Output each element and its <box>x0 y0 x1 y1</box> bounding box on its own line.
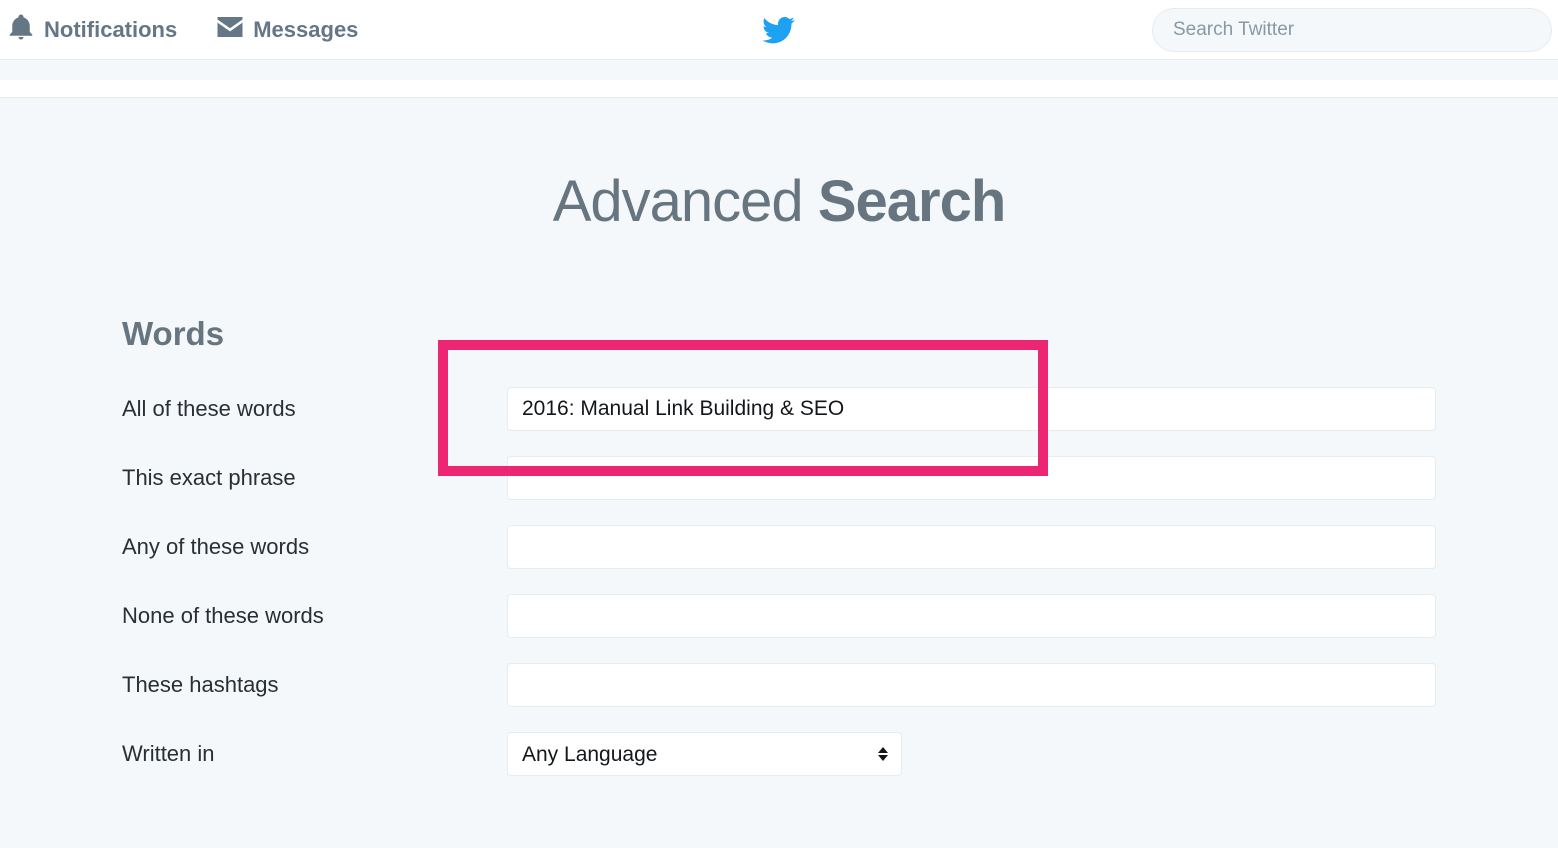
bell-icon <box>6 12 36 48</box>
row-hashtags: These hashtags <box>122 663 1436 707</box>
row-all-words: All of these words <box>122 387 1436 431</box>
top-navigation-bar: Notifications Messages <box>0 0 1558 60</box>
search-container <box>1152 8 1552 52</box>
twitter-logo[interactable] <box>762 13 796 47</box>
label-none-words: None of these words <box>122 603 507 629</box>
search-input[interactable] <box>1152 8 1552 52</box>
input-hashtags[interactable] <box>507 663 1436 707</box>
input-all-words[interactable] <box>507 387 1436 431</box>
row-none-words: None of these words <box>122 594 1436 638</box>
page-title: Advanced Search <box>0 168 1558 235</box>
page-title-bold: Search <box>818 169 1005 234</box>
label-all-words: All of these words <box>122 396 507 422</box>
main-content: Advanced Search Words All of these words… <box>0 98 1558 776</box>
row-written-in: Written in Any Language <box>122 732 1436 776</box>
select-language-wrap: Any Language <box>507 732 902 776</box>
sub-bar <box>0 80 1558 98</box>
notifications-tab[interactable]: Notifications <box>6 12 177 48</box>
input-exact-phrase[interactable] <box>507 456 1436 500</box>
input-any-words[interactable] <box>507 525 1436 569</box>
section-words-header: Words <box>122 315 1436 353</box>
row-any-words: Any of these words <box>122 525 1436 569</box>
input-none-words[interactable] <box>507 594 1436 638</box>
label-any-words: Any of these words <box>122 534 507 560</box>
messages-label: Messages <box>253 17 358 43</box>
messages-tab[interactable]: Messages <box>215 12 358 48</box>
label-written-in: Written in <box>122 741 507 767</box>
notifications-label: Notifications <box>44 17 177 43</box>
envelope-icon <box>215 12 245 48</box>
label-hashtags: These hashtags <box>122 672 507 698</box>
page-title-light: Advanced <box>553 169 818 234</box>
row-exact-phrase: This exact phrase <box>122 456 1436 500</box>
form-area: Words All of these words This exact phra… <box>0 315 1558 776</box>
select-language[interactable]: Any Language <box>507 732 902 776</box>
nav-items: Notifications Messages <box>6 12 358 48</box>
label-exact-phrase: This exact phrase <box>122 465 507 491</box>
